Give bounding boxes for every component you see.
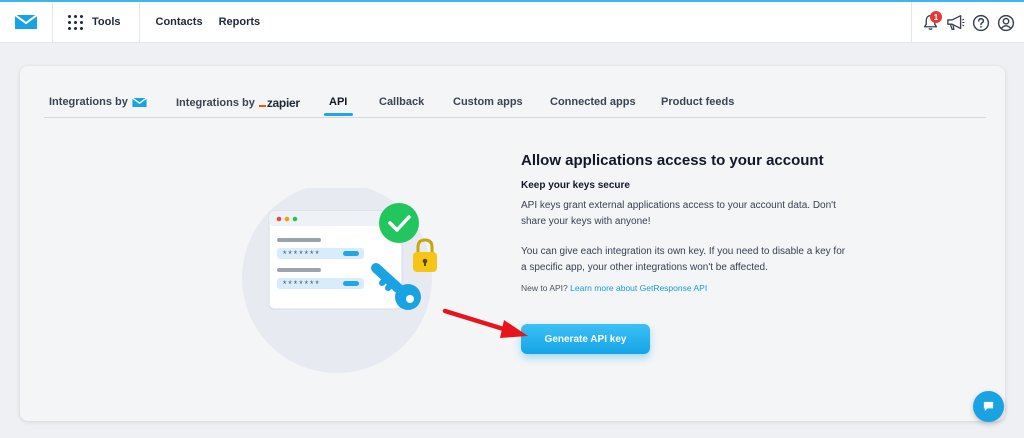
tab-label: Integrations by bbox=[176, 97, 255, 109]
envelope-logo-icon bbox=[15, 15, 37, 29]
tab-api[interactable]: API bbox=[329, 96, 347, 108]
top-navigation-bar: Tools Contacts Reports 1 bbox=[0, 0, 1024, 43]
red-arrow-annotation bbox=[442, 308, 528, 338]
tools-label: Tools bbox=[92, 16, 121, 28]
tab-integrations-by-zapier[interactable]: Integrations by zapier bbox=[176, 96, 300, 110]
integrations-tab-bar: Integrations by Integrations by zapier A… bbox=[44, 88, 986, 118]
account-icon bbox=[997, 14, 1014, 31]
learn-more-api-link[interactable]: Learn more about GetResponse API bbox=[570, 283, 707, 293]
page-heading: Allow applications access to your accoun… bbox=[521, 152, 824, 169]
notifications-button[interactable]: 1 bbox=[918, 2, 943, 43]
active-tab-indicator bbox=[324, 113, 353, 116]
description-paragraph-2: You can give each integration its own ke… bbox=[521, 246, 846, 273]
subheading: Keep your keys secure bbox=[521, 180, 630, 191]
notification-count-badge: 1 bbox=[930, 11, 942, 23]
new-to-api-line: New to API? Learn more about GetResponse… bbox=[521, 283, 851, 293]
account-button[interactable] bbox=[993, 2, 1018, 43]
integrations-card: Integrations by Integrations by zapier A… bbox=[20, 66, 1005, 421]
zapier-brand-text: zapier bbox=[266, 96, 300, 110]
masked-key-2: ******* bbox=[282, 280, 320, 290]
new-to-api-text: New to API? bbox=[521, 283, 568, 293]
topbar-actions: 1 bbox=[911, 2, 1018, 43]
tab-label: Integrations by bbox=[49, 96, 128, 108]
help-icon bbox=[972, 14, 989, 31]
megaphone-icon bbox=[947, 15, 965, 30]
help-button[interactable] bbox=[968, 2, 993, 43]
description-paragraph-1: API keys grant external applications acc… bbox=[521, 200, 836, 227]
api-keys-illustration: ******* ******* bbox=[242, 188, 437, 373]
masked-key-1: ******* bbox=[282, 250, 320, 260]
zapier-logo: zapier bbox=[258, 96, 300, 110]
envelope-logo-icon bbox=[131, 97, 147, 107]
announcements-button[interactable] bbox=[943, 2, 968, 43]
tab-integrations-by-getresponse[interactable]: Integrations by bbox=[49, 96, 147, 108]
tab-callback[interactable]: Callback bbox=[379, 96, 424, 108]
api-access-description: Allow applications access to your accoun… bbox=[521, 152, 851, 293]
divider bbox=[911, 2, 912, 43]
main-nav: Contacts Reports bbox=[140, 2, 277, 43]
nav-contacts[interactable]: Contacts bbox=[156, 16, 203, 28]
generate-api-key-button[interactable]: Generate API key bbox=[521, 324, 650, 354]
chat-bubble-icon bbox=[983, 401, 994, 412]
tab-custom-apps[interactable]: Custom apps bbox=[453, 96, 523, 108]
tools-menu-button[interactable]: Tools bbox=[53, 2, 139, 43]
getresponse-logo[interactable] bbox=[0, 2, 52, 43]
grid-icon bbox=[68, 14, 83, 30]
chat-support-button[interactable] bbox=[973, 391, 1004, 422]
nav-reports[interactable]: Reports bbox=[219, 16, 261, 28]
tab-connected-apps[interactable]: Connected apps bbox=[550, 96, 636, 108]
checkmark-badge-icon bbox=[379, 203, 419, 243]
tab-product-feeds[interactable]: Product feeds bbox=[661, 96, 734, 108]
